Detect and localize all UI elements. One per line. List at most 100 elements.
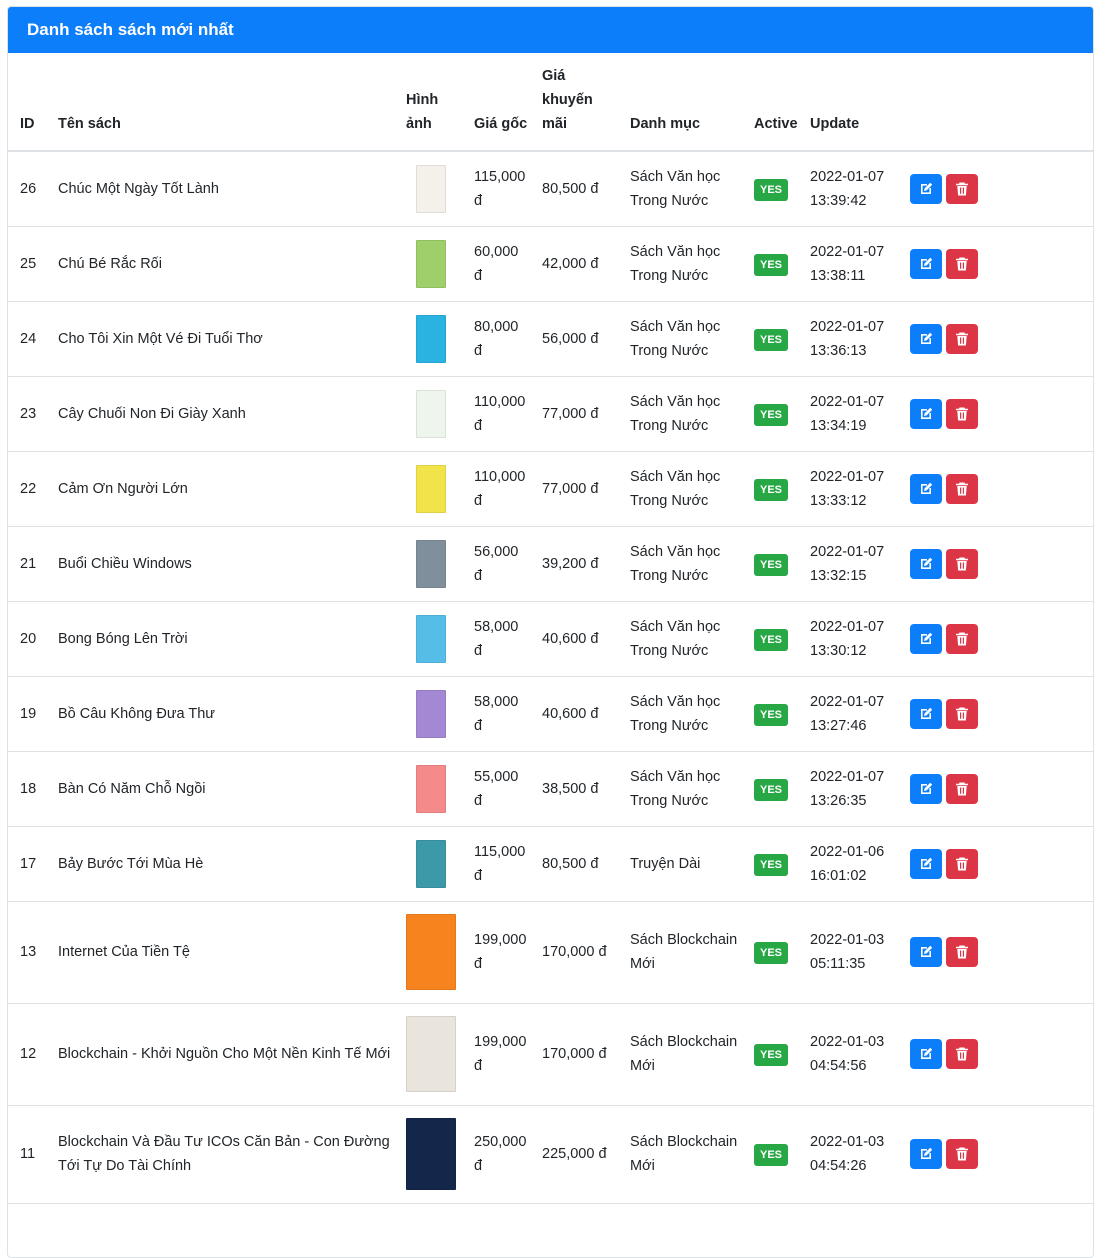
row-title: Buổi Chiều Windows [58, 555, 192, 572]
trash-icon [956, 332, 968, 345]
edit-button[interactable] [910, 698, 942, 729]
row-category: Sách Blockchain Mới [618, 901, 742, 1003]
table-row: 19 Bồ Câu Không Đưa Thư 58,000 đ 40,600 … [8, 676, 1093, 751]
row-cover-cell [394, 1105, 462, 1203]
row-title: Bong Bóng Lên Trời [58, 630, 188, 647]
table-row: 13 Internet Của Tiền Tệ 199,000 đ 170,000… [8, 901, 1093, 1003]
delete-button[interactable] [946, 398, 978, 429]
delete-button[interactable] [946, 248, 978, 279]
edit-button[interactable] [910, 173, 942, 204]
delete-button[interactable] [946, 173, 978, 204]
edit-button[interactable] [910, 323, 942, 354]
delete-button[interactable] [946, 548, 978, 579]
row-cover-cell [394, 301, 462, 376]
delete-button[interactable] [946, 623, 978, 654]
row-category: Sách Văn học Trong Nước [618, 151, 742, 226]
edit-icon [921, 1047, 933, 1059]
row-id: 11 [20, 1146, 36, 1162]
row-category: Sách Văn học Trong Nước [618, 451, 742, 526]
book-cover-cyan-icon [416, 314, 446, 363]
edit-button[interactable] [910, 848, 942, 879]
row-category-line-2: Trong Nước [630, 192, 709, 209]
delete-button[interactable] [946, 698, 978, 729]
row-price: 199,000 đ [462, 1003, 530, 1105]
edit-icon [921, 482, 933, 494]
col-promo-line-2: khuyến [542, 92, 593, 108]
row-cover-cell [394, 451, 462, 526]
row-update: 2022-01-07 13:27:46 [798, 676, 898, 751]
delete-button[interactable] [946, 1039, 978, 1069]
row-cover-cell [394, 676, 462, 751]
table-row: 23 Cây Chuối Non Đi Giày Xanh 110,000 đ 7… [8, 376, 1093, 451]
row-category: Sách Văn học Trong Nước [618, 601, 742, 676]
row-active-cell: YES [742, 526, 798, 601]
edit-button[interactable] [910, 398, 942, 429]
row-actions [898, 901, 1093, 1003]
delete-button[interactable] [946, 937, 978, 967]
status-badge: YES [754, 778, 789, 801]
row-update-time: 13:39:42 [810, 192, 867, 209]
row-price: 115,000 đ [462, 151, 530, 226]
row-category-line-2: Mới [630, 1158, 655, 1174]
delete-button[interactable] [946, 323, 978, 354]
col-promo: Giá khuyến mãi [530, 53, 618, 152]
row-id: 25 [20, 255, 37, 272]
book-cover-orange-icon [406, 914, 456, 990]
trash-icon [956, 482, 968, 495]
edit-button[interactable] [910, 1139, 942, 1169]
col-promo-line-1: Giá [542, 68, 566, 84]
row-update-date: 2022-01-07 [810, 618, 885, 635]
delete-button[interactable] [946, 1139, 978, 1169]
row-category-line-1: Sách Văn học [630, 243, 721, 260]
delete-button[interactable] [946, 473, 978, 504]
col-actions [898, 53, 1093, 152]
row-category-line-2: Mới [630, 956, 655, 972]
row-update-time: 13:38:11 [810, 267, 866, 284]
row-update: 2022-01-07 13:26:35 [798, 751, 898, 826]
row-update-time: 13:27:46 [810, 717, 867, 734]
row-price-line-2: đ [474, 192, 483, 209]
edit-button[interactable] [910, 1039, 942, 1069]
col-image-line-2: ảnh [406, 116, 432, 132]
row-update-date: 2022-01-07 [810, 468, 885, 485]
row-actions [898, 451, 1093, 526]
edit-icon [921, 332, 933, 344]
row-update: 2022-01-03 04:54:26 [798, 1105, 898, 1203]
edit-button[interactable] [910, 937, 942, 967]
edit-button[interactable] [910, 248, 942, 279]
delete-button[interactable] [946, 773, 978, 804]
row-promo-price: 80,500 đ [542, 855, 599, 872]
row-promo-price: 170,000 đ [542, 944, 607, 960]
trash-icon [956, 707, 968, 720]
edit-button[interactable] [910, 623, 942, 654]
row-category-line-1: Sách Văn học [630, 693, 721, 710]
row-price: 115,000 đ [462, 826, 530, 901]
row-cover-cell [394, 376, 462, 451]
edit-icon [921, 182, 933, 194]
row-category-line-1: Truyện Dài [630, 855, 701, 872]
row-category: Sách Văn học Trong Nước [618, 301, 742, 376]
row-category-line-2: Trong Nước [630, 417, 709, 434]
row-update: 2022-01-07 13:38:11 [798, 226, 898, 301]
row-active-cell: YES [742, 226, 798, 301]
table-row: 25 Chú Bé Rắc Rối 60,000 đ 42,000 đ Sách… [8, 226, 1093, 301]
delete-button[interactable] [946, 848, 978, 879]
row-cover-cell [394, 1003, 462, 1105]
row-category-line-1: Sách Văn học [630, 393, 721, 410]
edit-icon [921, 632, 933, 644]
status-badge: YES [754, 328, 789, 351]
row-price-line-1: 115,000 [474, 168, 526, 185]
row-update-time: 13:33:12 [810, 492, 867, 509]
edit-button[interactable] [910, 473, 942, 504]
book-cover-pink-icon [416, 764, 446, 813]
table-row: 24 Cho Tôi Xin Một Vé Đi Tuổi Thơ 80,000… [8, 301, 1093, 376]
row-price-line-2: đ [474, 417, 483, 434]
row-id: 23 [20, 405, 37, 422]
edit-button[interactable] [910, 773, 942, 804]
edit-button[interactable] [910, 548, 942, 579]
row-actions [898, 376, 1093, 451]
row-category-line-1: Sách Blockchain [630, 932, 738, 948]
col-update: Update [798, 53, 898, 152]
trash-icon [956, 782, 968, 795]
row-title: Cảm Ơn Người Lớn [58, 480, 188, 497]
